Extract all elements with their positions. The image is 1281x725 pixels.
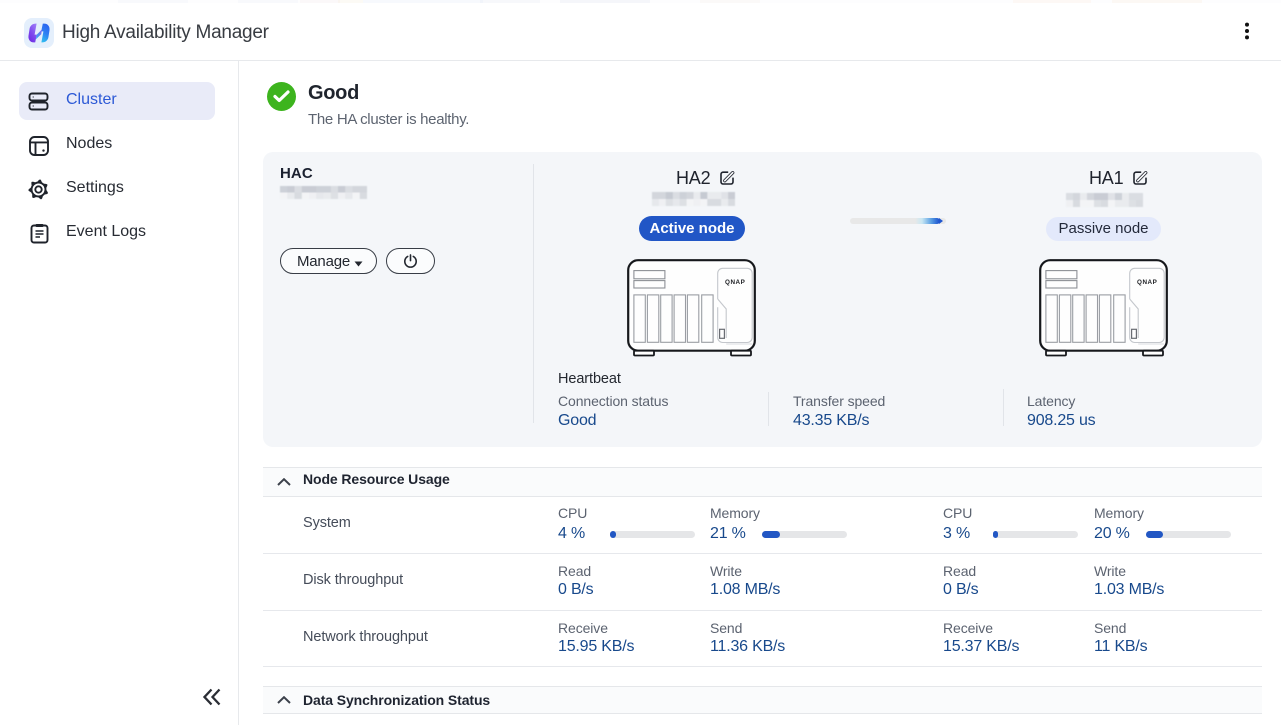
svg-text:QNAP: QNAP [725, 279, 745, 286]
svg-text:QNAP: QNAP [1137, 279, 1157, 286]
